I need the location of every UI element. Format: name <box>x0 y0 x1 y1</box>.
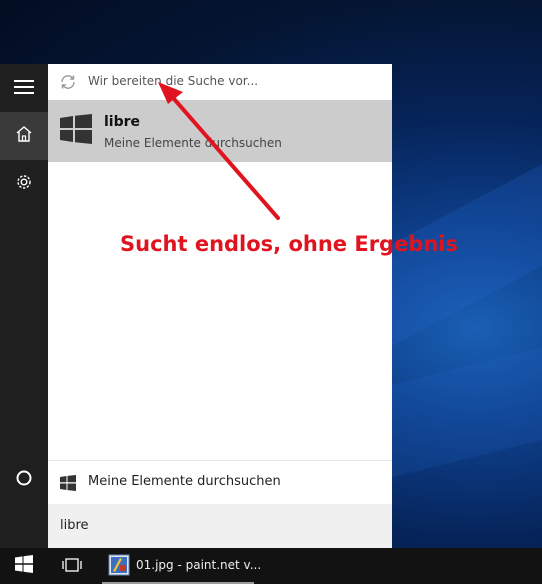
windows-start-icon <box>15 555 33 577</box>
taskbar-app-label: 01.jpg - paint.net v... <box>136 558 262 572</box>
screen: Wir bereiten die Suche vor... libre Mein… <box>0 0 542 584</box>
annotation-text: Sucht endlos, ohne Ergebnis <box>120 232 458 256</box>
taskbar-app-paintnet[interactable]: 01.jpg - paint.net v... <box>102 548 261 584</box>
task-view-icon <box>62 557 82 576</box>
taskbar: 01.jpg - paint.net v... <box>0 548 542 584</box>
paint-net-icon <box>108 554 130 580</box>
start-button[interactable] <box>0 548 48 584</box>
annotation-arrow <box>158 82 280 220</box>
task-view-button[interactable] <box>48 548 96 584</box>
